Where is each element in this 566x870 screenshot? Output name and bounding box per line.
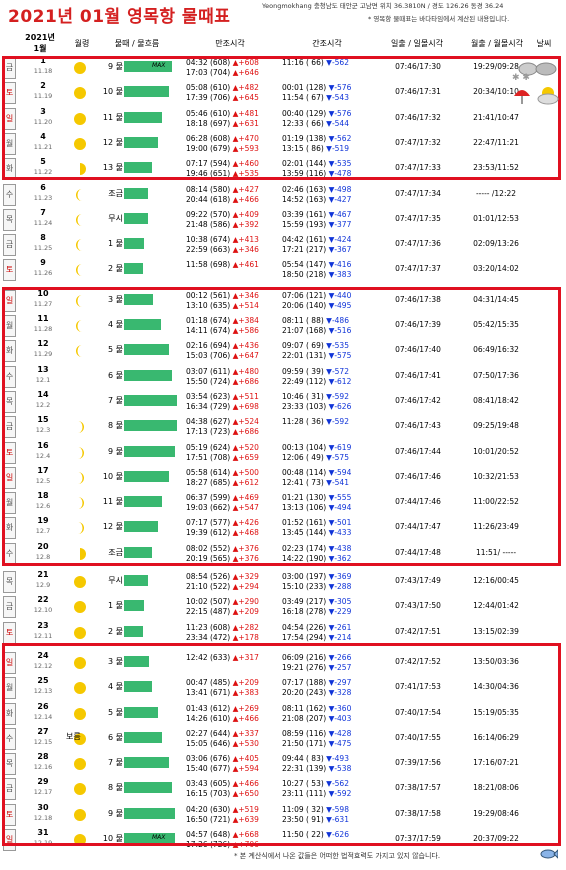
table-row: 목 7 11.24 무시 09:22 (570) ▲+409 21:48 (586) ▲+… — [0, 208, 566, 231]
weekday-badge: 토 — [3, 621, 16, 644]
header-weather: 날씨 — [536, 39, 552, 48]
solar-day: 21 — [37, 570, 49, 579]
high-tide-2: 21:48 (586) ▲+392 — [186, 219, 259, 229]
solar-day: 9 — [40, 258, 46, 268]
low-tide-2: 15:10 (233) ▼-288 — [282, 582, 352, 591]
moon-phase-icon — [73, 625, 87, 639]
low-tide-2: 15:59 (193) ▼-377 — [282, 219, 352, 229]
disclaimer: * 본 계산식에서 나온 값들은 어떠한 법적효력도 가지고 있지 않습니다. — [234, 852, 441, 860]
calc-note: * 영목항 물때표는 바다타임에서 계산된 내용입니다. — [368, 15, 510, 23]
lunar-date: 12.11 — [33, 631, 53, 640]
weekday-badge: 토 — [3, 259, 16, 282]
flow-bar — [124, 238, 144, 250]
sunrise-sunset: 07:47/17:35 — [395, 213, 441, 223]
table-row: 수 6 11.23 조금 08:14 (580) ▲+427 20:44 (618) ▲+… — [0, 183, 566, 206]
table-row: 토 9 11.26 2 물 11:58 (698) ▲+461 05:54 (147) … — [0, 258, 566, 282]
moon-phase-icon — [73, 187, 87, 201]
flow-bar — [124, 600, 144, 612]
header-sun: 일출 / 일몰시각 — [391, 39, 443, 48]
weekday-badge: 수 — [3, 183, 16, 206]
flow-bar — [124, 212, 148, 224]
table-row: 금 22 12.10 1 물 10:02 (507) ▲+290 22:15 (487) … — [0, 595, 566, 619]
sunrise-sunset: 07:47/17:37 — [395, 264, 441, 274]
tide-stage: 2 물 — [108, 264, 123, 274]
header-low: 간조시각 — [312, 39, 342, 48]
header-month: 1월 — [33, 44, 47, 53]
solar-day: 7 — [40, 207, 46, 217]
lunar-date: 11.23 — [33, 193, 53, 202]
table-row: 목 21 12.9 무시 08:54 (526) ▲+329 21:10 (522) ▲+… — [0, 570, 566, 593]
moon-phase-icon — [73, 574, 87, 588]
low-tide-2: 18:50 (218) ▼-383 — [282, 270, 352, 280]
solar-day: 23 — [37, 620, 49, 630]
weekday-badge: 목 — [3, 208, 16, 231]
high-tide-2: 22:59 (663) ▲+346 — [186, 245, 259, 255]
moonrise-moonset: 03:20/14:02 — [473, 264, 519, 274]
highlight-box-1 — [2, 56, 561, 180]
header-high: 만조시각 — [215, 39, 245, 48]
tide-stage: 2 물 — [108, 626, 123, 636]
lunar-date: 12.9 — [35, 581, 51, 589]
weekday-badge: 금 — [3, 596, 16, 619]
solar-day: 8 — [40, 233, 46, 243]
table-header: 2021년 1월 월령 물때 / 물흐름 만조시각 간조시각 일출 / 일몰시각… — [0, 30, 566, 56]
high-tide-2: 21:10 (522) ▲+294 — [186, 582, 259, 591]
highlight-box-3 — [2, 643, 561, 846]
low-tide-2: 17:54 (294) ▼-214 — [282, 632, 352, 642]
sunrise-sunset: 07:47/17:36 — [395, 239, 441, 249]
moonrise-moonset: ----- /12:22 — [475, 188, 517, 198]
sunrise-sunset: 07:47/17:34 — [395, 188, 441, 198]
header-tide: 물때 / 물흐름 — [114, 39, 160, 48]
moon-phase-icon — [73, 262, 87, 277]
moon-phase-icon — [73, 212, 87, 226]
low-tide-2: 17:21 (217) ▼-367 — [282, 245, 352, 255]
tide-stage: 1 물 — [108, 601, 123, 611]
header-moonrise: 월출 / 월몰시각 — [471, 39, 523, 48]
high-tide-2: 20:44 (618) ▲+466 — [186, 194, 259, 204]
tide-stage: 무시 — [108, 576, 123, 585]
sunrise-sunset: 07:42/17:51 — [395, 626, 441, 636]
sunrise-sunset: 07:43/17:50 — [395, 601, 441, 611]
solar-day: 6 — [40, 182, 46, 192]
flow-bar — [124, 625, 143, 637]
tide-stage: 조금 — [108, 188, 123, 198]
high-tide-2: 23:34 (472) ▲+178 — [186, 632, 259, 642]
highlight-box-2 — [2, 287, 561, 566]
tide-stage: 1 물 — [108, 239, 123, 249]
solar-day: 22 — [37, 595, 49, 605]
low-tide-2: 14:52 (163) ▼-427 — [282, 194, 352, 204]
moon-phase-icon — [73, 237, 87, 252]
lunar-date: 12.10 — [33, 606, 53, 615]
fish-icon — [540, 849, 558, 859]
moonrise-moonset: 12:16/00:45 — [473, 576, 519, 585]
snow-cloud-icon: ✱ ✱ — [512, 62, 557, 82]
header-moon: 월령 — [74, 39, 90, 48]
page-title: 2021년 01월 영목항 물때표 — [8, 7, 231, 27]
moonrise-moonset: 12:44/01:42 — [473, 601, 519, 611]
flow-bar — [124, 263, 143, 275]
lunar-date: 11.24 — [33, 218, 53, 227]
moonrise-moonset: 01:01/12:53 — [473, 213, 519, 223]
weekday-badge: 목 — [3, 571, 16, 593]
lunar-date: 11.25 — [33, 244, 53, 253]
table-row: 금 8 11.25 1 물 10:38 (674) ▲+413 22:59 (663) ▲… — [0, 233, 566, 257]
table-row: 토 23 12.11 2 물 11:23 (608) ▲+282 23:34 (472) … — [0, 621, 566, 644]
sunrise-sunset: 07:43/17:49 — [395, 576, 441, 585]
high-tide-2: 22:15 (487) ▲+209 — [186, 607, 259, 617]
weekday-badge: 금 — [3, 234, 16, 257]
moonrise-moonset: 02:09/13:26 — [473, 239, 519, 249]
location-info: Yeongmokhang 충청남도 태안군 고남면 위치 36.3810N / … — [262, 2, 504, 10]
moon-phase-icon — [73, 599, 87, 614]
lunar-date: 11.26 — [33, 269, 53, 278]
high-tide-1: 11:58 (698) ▲+461 — [186, 260, 259, 270]
flow-bar — [124, 187, 148, 199]
flow-bar — [124, 575, 148, 586]
umbrella-sun-icon — [514, 87, 559, 105]
svg-text:✱ ✱: ✱ ✱ — [512, 73, 530, 82]
low-tide-2: 16:18 (278) ▼-229 — [282, 607, 352, 617]
moonrise-moonset: 13:15/02:39 — [473, 626, 519, 636]
header-year: 2021년 — [25, 33, 55, 42]
tide-stage: 무시 — [108, 213, 123, 223]
